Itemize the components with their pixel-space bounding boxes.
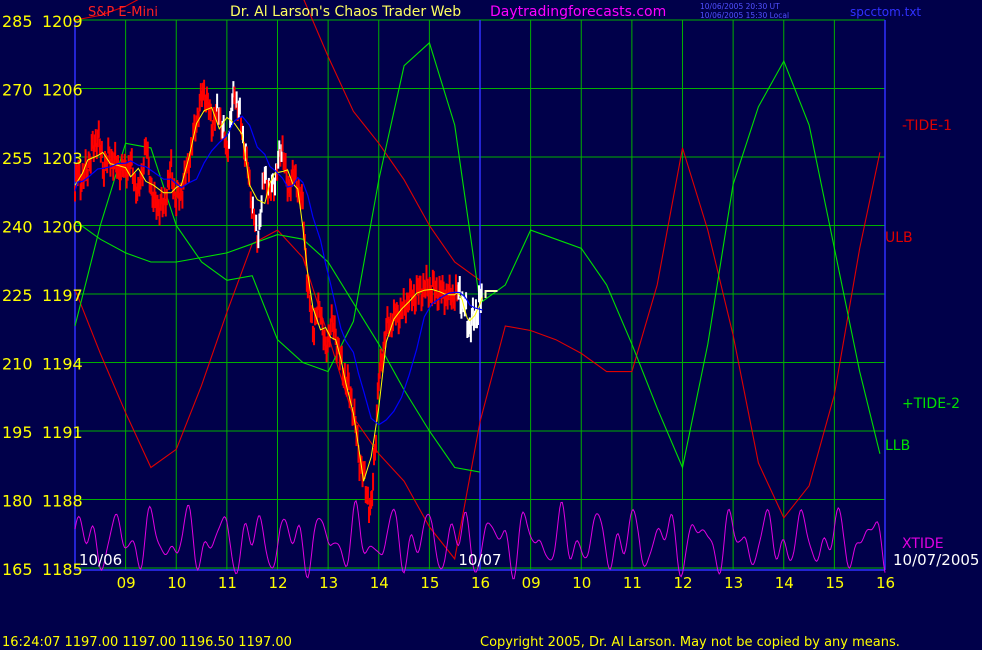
index-tick-label: 285 xyxy=(2,12,33,31)
copyright-notice: Copyright 2005, Dr. Al Larson. May not b… xyxy=(480,635,900,650)
date-label: 10/06 xyxy=(79,551,122,569)
price-tick-label: 1197 xyxy=(42,286,83,305)
site-link[interactable]: Daytradingforecasts.com xyxy=(490,4,666,20)
index-tick-label: 210 xyxy=(2,355,33,374)
price-tick-label: 1194 xyxy=(42,355,83,374)
index-tick-label: 270 xyxy=(2,81,33,100)
hour-tick-label: 15 xyxy=(825,574,844,592)
legend-label: +TIDE-2 xyxy=(902,396,960,412)
date-label: 10/07/2005 xyxy=(893,551,979,569)
timestamp-ut: 10/06/2005 20:30 UT xyxy=(700,2,780,11)
hour-tick-label: 16 xyxy=(471,574,490,592)
legend-label: XTIDE xyxy=(902,536,944,552)
chart-title: Dr. Al Larson's Chaos Trader Web xyxy=(230,4,461,20)
index-tick-label: 225 xyxy=(2,286,33,305)
hour-tick-label: 14 xyxy=(775,574,794,592)
hour-tick-label: 13 xyxy=(724,574,743,592)
price-tick-label: 1200 xyxy=(42,218,83,237)
hour-tick-label: 10 xyxy=(167,574,186,592)
price-tick-label: 1209 xyxy=(42,12,83,31)
legend-label: -TIDE-1 xyxy=(902,118,952,134)
price-tick-label: 1206 xyxy=(42,81,83,100)
index-tick-label: 165 xyxy=(2,560,33,579)
hour-tick-label: 09 xyxy=(117,574,136,592)
date-label: 10/07 xyxy=(458,551,501,569)
index-tick-label: 240 xyxy=(2,218,33,237)
hour-tick-label: 12 xyxy=(269,574,288,592)
quote-readout: 16:24:07 1197.00 1197.00 1196.50 1197.00 xyxy=(2,635,292,650)
filename-label: spcctom.txt xyxy=(850,5,921,19)
price-tick-label: 1191 xyxy=(42,423,83,442)
price-tick-label: 1185 xyxy=(42,560,83,579)
timestamp-local: 10/06/2005 15:30 Local xyxy=(700,11,789,20)
chart-canvas: 285 1209270 1206255 1203240 1200225 1197210 11… xyxy=(0,0,982,650)
hour-tick-label: 16 xyxy=(876,574,895,592)
hour-tick-label: 09 xyxy=(522,574,541,592)
hour-tick-label: 10 xyxy=(572,574,591,592)
price-tick-label: 1188 xyxy=(42,492,83,511)
index-tick-label: 180 xyxy=(2,492,33,511)
hour-tick-label: 14 xyxy=(370,574,389,592)
hour-tick-label: 15 xyxy=(420,574,439,592)
legend-label: ULB xyxy=(885,230,913,246)
hour-tick-label: 11 xyxy=(218,574,237,592)
index-tick-label: 255 xyxy=(2,149,33,168)
instrument-label: S&P E-Mini xyxy=(88,5,158,20)
index-tick-label: 195 xyxy=(2,423,33,442)
legend-label: LLB xyxy=(885,438,910,454)
hour-tick-label: 12 xyxy=(674,574,693,592)
price-tick-label: 1203 xyxy=(42,149,83,168)
hour-tick-label: 11 xyxy=(623,574,642,592)
hour-tick-label: 13 xyxy=(319,574,338,592)
